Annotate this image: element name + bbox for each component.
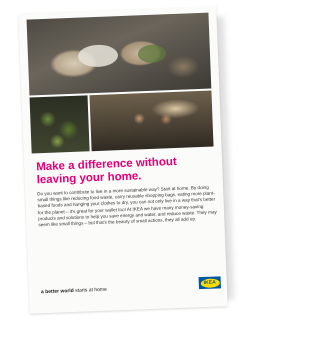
ikea-logo-text: IKEA bbox=[203, 279, 217, 286]
tagline-bold: a better world bbox=[40, 287, 74, 296]
poster-body-text: Do you want to contribute to live in a m… bbox=[37, 184, 217, 228]
ikea-logo: IKEA bbox=[198, 276, 221, 290]
plants-photo bbox=[29, 95, 90, 154]
people-photo bbox=[89, 90, 214, 152]
food-photo bbox=[26, 12, 212, 96]
tagline-rest: starts at home bbox=[73, 286, 107, 294]
poster-headline: Make a difference without leaving your h… bbox=[35, 155, 177, 186]
poster: Make a difference without leaving your h… bbox=[18, 6, 228, 314]
poster-tagline: a better world starts at home bbox=[41, 287, 107, 296]
ikea-logo-oval: IKEA bbox=[200, 277, 220, 288]
